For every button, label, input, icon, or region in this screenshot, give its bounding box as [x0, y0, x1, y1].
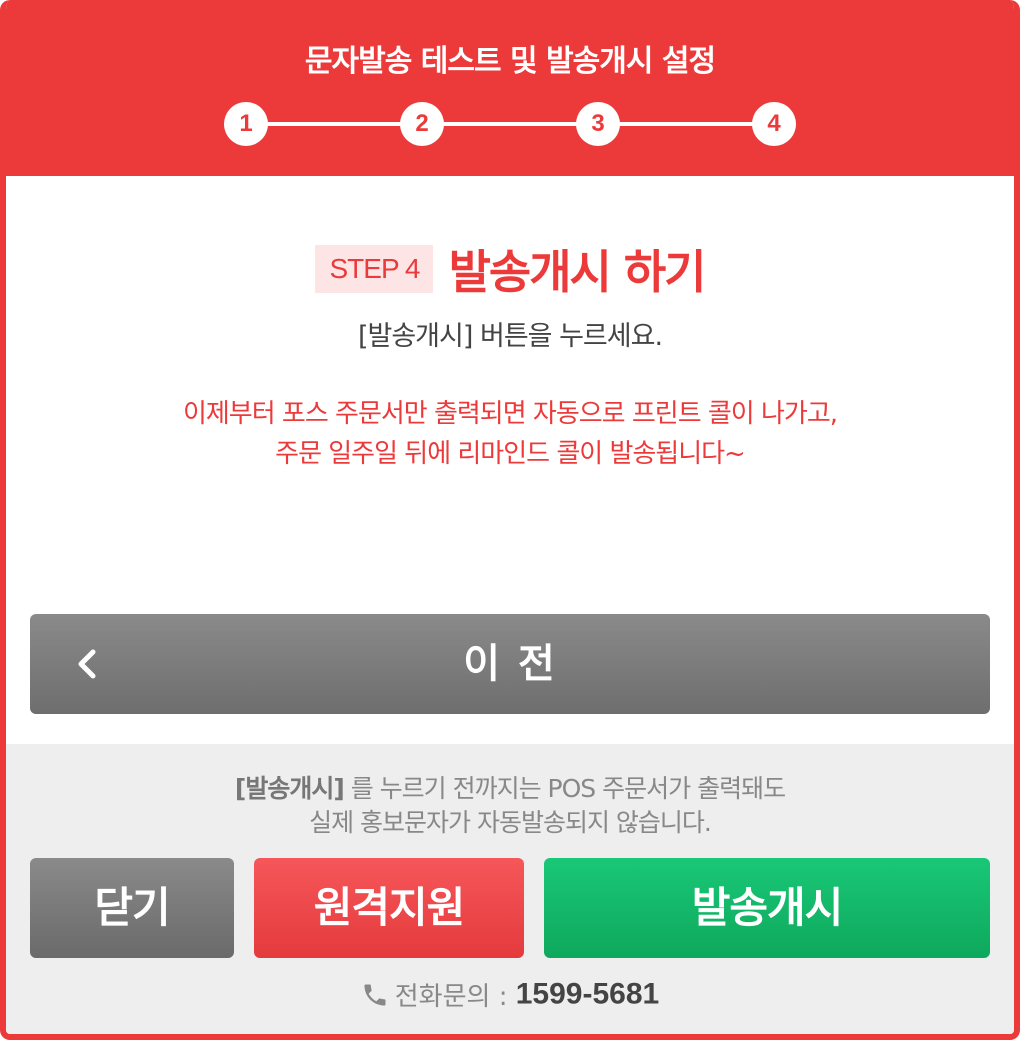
contact-number[interactable]: 1599-5681	[516, 978, 659, 1011]
dialog-frame: 문자발송 테스트 및 발송개시 설정 1 2 3 4 STEP 4 발송개시 하…	[0, 0, 1020, 1040]
notice-line-1: 이제부터 포스 주문서만 출력되면 자동으로 프린트 콜이 나가고,	[182, 399, 838, 429]
previous-button-label: 이 전	[463, 641, 557, 687]
start-sending-button[interactable]: 발송개시	[544, 858, 990, 958]
footer-note-line-1: [발송개시] 를 누르기 전까지는 POS 주문서가 출력돼도	[6, 772, 1014, 806]
step-badge: STEP 4	[315, 245, 434, 293]
phone-icon	[364, 984, 386, 1005]
step-indicator-1: 1	[224, 102, 268, 146]
remote-support-button[interactable]: 원격지원	[254, 858, 524, 958]
notice-line-2: 주문 일주일 뒤에 리마인드 콜이 발송됩니다~	[275, 439, 746, 469]
step-progress-line	[246, 122, 774, 126]
step-indicator-2: 2	[400, 102, 444, 146]
footer-note-line-2: 실제 홍보문자가 자동발송되지 않습니다.	[309, 808, 712, 837]
step-title: 발송개시 하기	[448, 245, 707, 299]
contact-label: 전화문의 :	[394, 982, 516, 1012]
step-indicator-3: 3	[576, 102, 620, 146]
dialog-header: 문자발송 테스트 및 발송개시 설정 1 2 3 4	[6, 0, 1014, 176]
previous-button[interactable]: 이 전	[30, 614, 990, 714]
step-heading: STEP 4 발송개시 하기	[6, 236, 1014, 302]
step-notice: 이제부터 포스 주문서만 출력되면 자동으로 프린트 콜이 나가고, 주문 일주…	[6, 394, 1014, 474]
dialog-title: 문자발송 테스트 및 발송개시 설정	[304, 44, 716, 79]
step-instruction: [발송개시] 버튼을 누르세요.	[357, 321, 663, 352]
close-button[interactable]: 닫기	[30, 858, 234, 958]
footer-note: [발송개시] 를 누르기 전까지는 POS 주문서가 출력돼도 실제 홍보문자가…	[6, 772, 1014, 840]
dialog-footer: [발송개시] 를 누르기 전까지는 POS 주문서가 출력돼도 실제 홍보문자가…	[6, 744, 1014, 1034]
footer-note-bold: [발송개시]	[234, 774, 345, 803]
step-indicator-4: 4	[752, 102, 796, 146]
contact-info: 전화문의 : 1599-5681	[6, 976, 1014, 1013]
footer-note-text: 를 누르기 전까지는 POS 주문서가 출력돼도	[343, 774, 786, 803]
